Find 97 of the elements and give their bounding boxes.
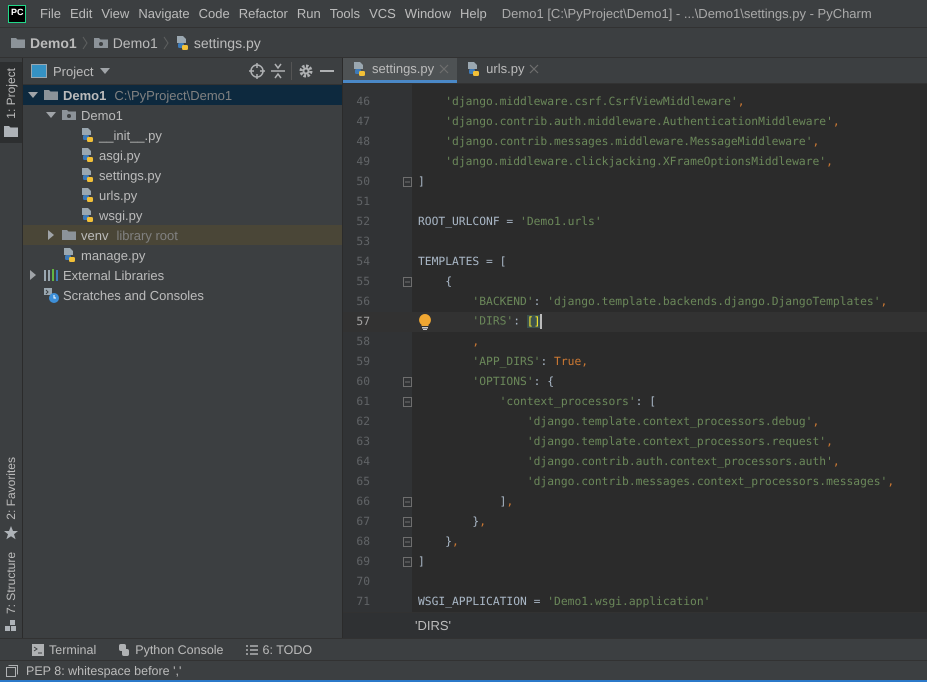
code-line: 'django.contrib.auth.context_processors.auth', — [526, 455, 840, 468]
tree-item[interactable]: wsgi.py — [23, 205, 342, 225]
code-line: 'django.middleware.csrf.CsrfViewMiddleware', — [445, 95, 744, 108]
code-line: , — [472, 335, 480, 348]
fold-marker-icon[interactable] — [403, 556, 412, 567]
line-number: 57 — [355, 315, 370, 328]
chevron-icon — [80, 34, 89, 50]
menu-item[interactable]: Edit — [66, 6, 96, 21]
tree-item[interactable]: External Libraries — [23, 265, 342, 285]
python-file-icon — [79, 147, 95, 163]
code-line: }, — [445, 535, 459, 548]
fold-marker-icon[interactable] — [403, 496, 412, 507]
code-line: 'django.contrib.auth.middleware.AuthenticationMiddleware', — [445, 115, 840, 128]
libraries-icon — [43, 267, 59, 283]
panel-view-selector[interactable]: Project — [31, 64, 112, 78]
python-file-icon — [79, 167, 95, 183]
menu-item[interactable]: Run — [292, 6, 325, 21]
code-line: 'django.contrib.messages.middleware.MessageMiddleware', — [445, 135, 820, 148]
tree-item[interactable]: Demo1 C:\PyProject\Demo1 — [23, 85, 342, 105]
fold-marker-icon[interactable] — [403, 276, 412, 287]
window-title: Demo1 [C:\PyProject\Demo1] - ...\Demo1\settings.py - PyCharm — [502, 6, 872, 21]
window-icon — [31, 64, 47, 78]
tree-item[interactable]: asgi.py — [23, 145, 342, 165]
list-icon — [246, 644, 258, 656]
breadcrumb-item[interactable]: Demo1 — [10, 34, 77, 50]
locate-icon[interactable] — [249, 63, 265, 79]
menu-item[interactable]: VCS — [365, 6, 400, 21]
fold-marker-icon[interactable] — [403, 536, 412, 547]
folder-icon — [43, 87, 59, 103]
package-folder-icon — [61, 107, 77, 123]
breadcrumb-item[interactable]: Demo1 — [92, 34, 158, 50]
editor-tab[interactable]: urls.py — [457, 58, 548, 83]
chevron-icon — [162, 34, 170, 50]
code-line: 'DIRS': [] — [472, 314, 542, 330]
tree-item[interactable]: __init__.py — [23, 125, 342, 145]
code-line: 'BACKEND': 'django.template.backends.django.DjangoTemplates', — [472, 295, 888, 308]
python-file-icon — [79, 187, 95, 203]
menu-item[interactable]: Window — [400, 6, 456, 21]
tree-item[interactable]: Demo1 — [23, 105, 342, 125]
scratches-icon — [43, 287, 59, 303]
editor-breadcrumb[interactable]: 'DIRS' — [415, 618, 452, 633]
fold-marker-icon[interactable] — [403, 376, 412, 387]
lightbulb-icon[interactable] — [419, 314, 431, 330]
code-line: 'django.middleware.clickjacking.XFrameOptionsMiddleware', — [445, 155, 833, 168]
breadcrumb-item[interactable]: settings.py — [174, 34, 261, 50]
code-line: ROOT_URLCONF = 'Demo1.urls' — [418, 215, 602, 228]
python-file-icon — [79, 127, 95, 143]
tool-window-button[interactable]: 6: TODO — [246, 642, 312, 656]
app-logo: PC — [8, 4, 26, 22]
python-file-icon — [61, 247, 77, 263]
tool-window-tab[interactable]: 1: Project — [0, 62, 22, 143]
code-line: ] — [418, 555, 425, 568]
code-line: 'context_processors': [ — [500, 395, 656, 408]
status-message: PEP 8: whitespace before ',' — [26, 664, 182, 678]
terminal-icon — [32, 644, 44, 656]
tool-window-tab[interactable]: 2: Favorites — [0, 451, 22, 546]
tool-window-tab[interactable]: 7: Structure — [0, 546, 22, 638]
menu-item[interactable]: Tools — [326, 6, 364, 21]
code-line: 'APP_DIRS': True, — [472, 355, 588, 368]
settings-icon[interactable] — [298, 63, 314, 79]
code-line: 'django.contrib.messages.context_processors.messages', — [526, 475, 894, 488]
code-line: ], — [500, 495, 514, 508]
collapse-all-icon[interactable] — [271, 63, 285, 79]
code-line: TEMPLATES = [ — [418, 255, 506, 268]
code-line: ] — [418, 175, 425, 188]
tree-item[interactable]: manage.py — [23, 245, 342, 265]
code-line: 'OPTIONS': { — [472, 375, 554, 388]
menu-item[interactable]: View — [97, 6, 134, 21]
fold-marker-icon[interactable] — [403, 176, 412, 187]
tool-window-button[interactable]: Terminal — [32, 642, 96, 656]
editor-tab[interactable]: settings.py — [343, 58, 458, 83]
folder-icon — [4, 124, 18, 137]
fold-marker-icon[interactable] — [403, 516, 412, 527]
folder-icon — [61, 227, 77, 243]
menu-item[interactable]: Navigate — [134, 6, 194, 21]
menu-item[interactable]: Help — [456, 6, 491, 21]
code-line: WSGI_APPLICATION = 'Demo1.wsgi.application' — [418, 595, 710, 608]
structure-icon — [5, 620, 17, 632]
close-icon[interactable] — [529, 64, 540, 74]
tree-item[interactable]: Scratches and Consoles — [23, 285, 342, 305]
python-file-icon — [465, 60, 482, 77]
code-line: 'django.template.context_processors.request', — [526, 435, 833, 448]
python-file-icon — [79, 207, 95, 223]
menu-item[interactable]: File — [36, 6, 65, 21]
tool-window-button[interactable]: Python Console — [118, 642, 224, 656]
python-file-icon — [351, 60, 367, 77]
menu-item[interactable]: Code — [194, 6, 234, 21]
fold-marker-icon[interactable] — [403, 396, 412, 407]
menu-item[interactable]: Refactor — [234, 6, 292, 21]
tree-item[interactable]: venv library root — [23, 225, 342, 245]
toggle-panel-icon[interactable] — [6, 664, 18, 676]
tree-item[interactable]: urls.py — [23, 185, 342, 205]
code-line: { — [445, 275, 452, 288]
code-line: 'django.template.context_processors.debug', — [526, 415, 820, 428]
code-line: }, — [472, 515, 486, 528]
tree-item[interactable]: settings.py — [23, 165, 342, 185]
star-icon — [4, 526, 18, 540]
